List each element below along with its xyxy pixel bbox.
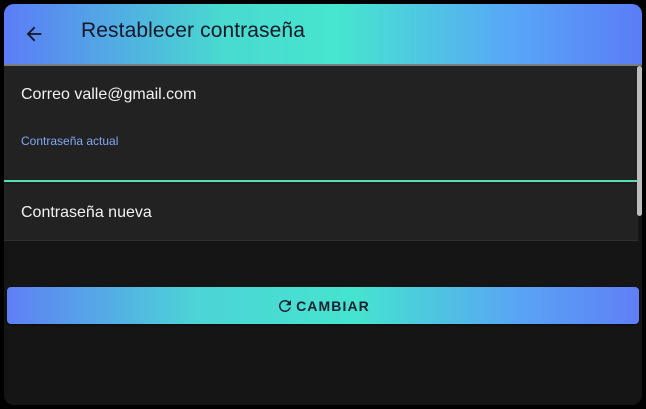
new-password-field[interactable]: Contraseña nueva (21, 204, 152, 222)
divider (4, 183, 638, 184)
cambiar-button[interactable]: CAMBIAR (7, 287, 639, 324)
app-window: Restablecer contraseña Correo valle@gmai… (4, 4, 642, 405)
email-text: Correo valle@gmail.com (21, 86, 197, 103)
button-content: CAMBIAR (276, 297, 370, 315)
current-password-input[interactable] (4, 152, 642, 182)
form-panel: Correo valle@gmail.com Contraseña actual… (4, 64, 642, 241)
app-bar: Restablecer contraseña (4, 4, 642, 64)
page-title: Restablecer contraseña (81, 19, 305, 42)
back-button[interactable] (18, 18, 50, 50)
new-password-underline (4, 240, 638, 241)
current-password-focus-underline (4, 180, 638, 182)
refresh-icon (276, 297, 294, 315)
scrollbar[interactable] (637, 66, 642, 216)
current-password-label: Contraseña actual (21, 134, 119, 148)
app-bar-divider (4, 64, 642, 66)
arrow-left-icon (26, 26, 42, 42)
cambiar-label: CAMBIAR (296, 297, 370, 314)
